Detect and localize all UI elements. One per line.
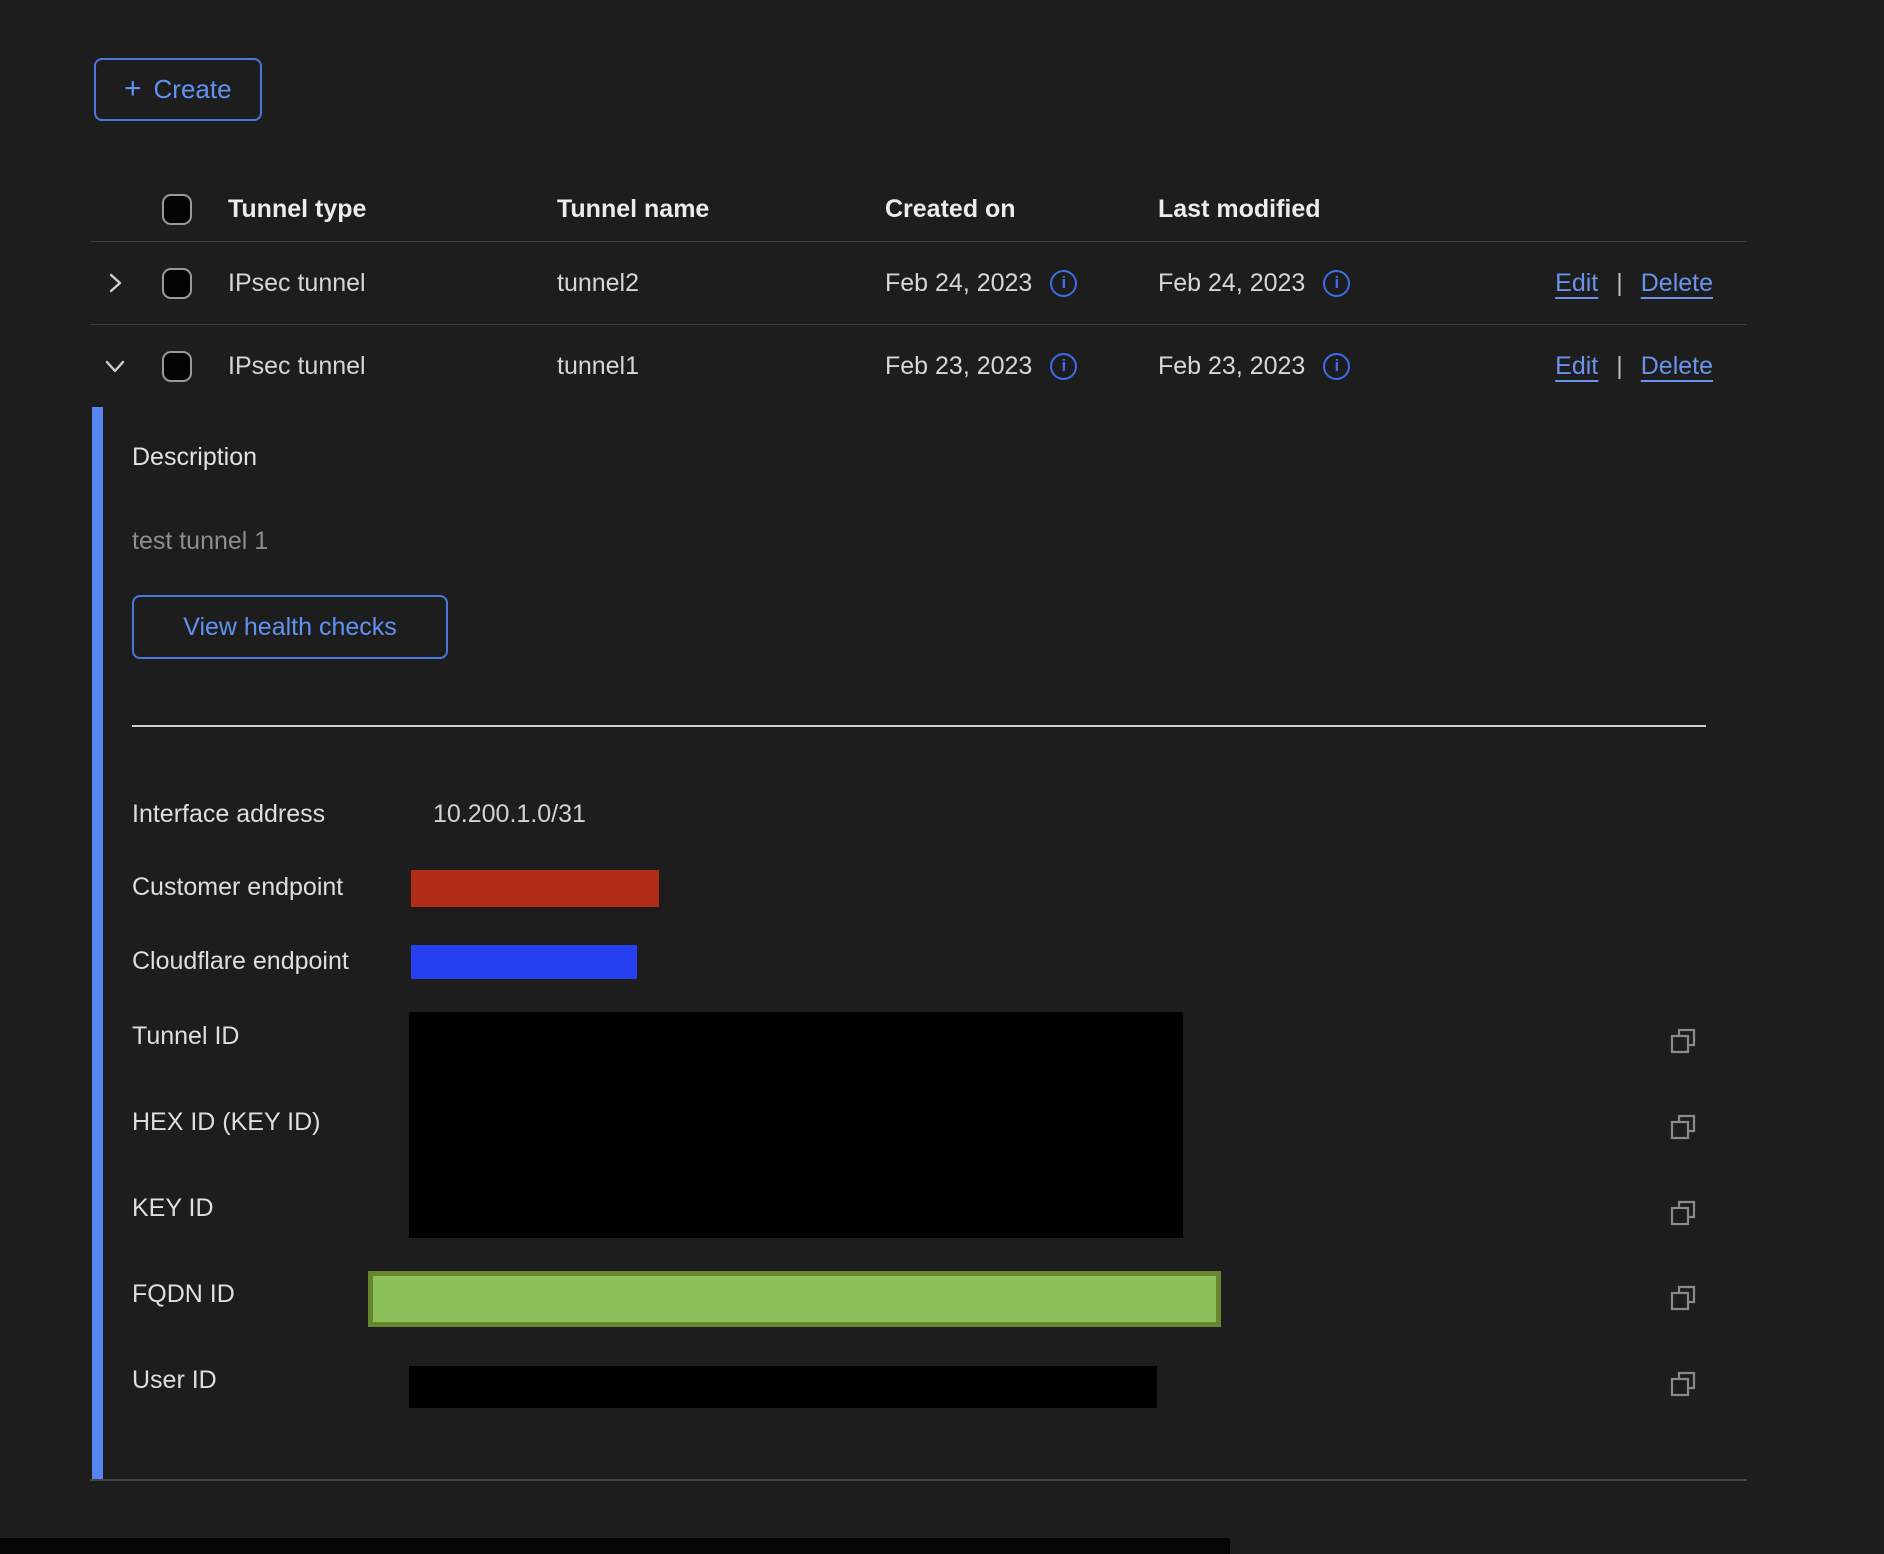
- plus-icon: [124, 74, 142, 105]
- action-separator: |: [1616, 352, 1623, 381]
- delete-link[interactable]: Delete: [1641, 269, 1713, 298]
- tunnels-page: Create Tunnel type Tunnel name Created o…: [0, 0, 1884, 1554]
- tunnel-name-cell: tunnel1: [557, 352, 885, 381]
- customer-endpoint-label: Customer endpoint: [132, 873, 343, 902]
- action-separator: |: [1616, 269, 1623, 298]
- user-id-label: User ID: [132, 1366, 217, 1395]
- cloudflare-endpoint-redacted-value: [411, 945, 637, 979]
- copy-icon[interactable]: [1668, 1111, 1698, 1141]
- chevron-down-icon[interactable]: [102, 353, 128, 379]
- cloudflare-endpoint-label: Cloudflare endpoint: [132, 947, 349, 976]
- tunnel-type-cell: IPsec tunnel: [228, 352, 557, 381]
- interface-address-label: Interface address: [132, 800, 325, 829]
- copy-icon[interactable]: [1668, 1282, 1698, 1312]
- last-modified-cell: Feb 23, 2023: [1158, 352, 1305, 381]
- header-created-on: Created on: [885, 195, 1158, 224]
- copy-icon[interactable]: [1668, 1025, 1698, 1055]
- info-icon[interactable]: [1050, 270, 1077, 297]
- edit-link[interactable]: Edit: [1555, 269, 1598, 298]
- table-row-tunnel2: IPsec tunnel tunnel2 Feb 24, 2023 Feb 24…: [90, 241, 1747, 324]
- tunnel-hex-key-id-redacted-values: [409, 1012, 1183, 1238]
- delete-link[interactable]: Delete: [1641, 352, 1713, 381]
- info-icon[interactable]: [1323, 270, 1350, 297]
- user-id-redacted-value: [409, 1366, 1157, 1408]
- hex-id-label: HEX ID (KEY ID): [132, 1108, 320, 1137]
- info-icon[interactable]: [1323, 353, 1350, 380]
- tunnel-details-panel: Description test tunnel 1 View health ch…: [92, 407, 1748, 1480]
- chevron-right-icon[interactable]: [102, 270, 128, 296]
- row-checkbox[interactable]: [162, 268, 192, 299]
- fqdn-id-label: FQDN ID: [132, 1280, 235, 1309]
- last-modified-cell: Feb 24, 2023: [1158, 269, 1305, 298]
- copy-icon[interactable]: [1668, 1368, 1698, 1398]
- create-button[interactable]: Create: [94, 58, 262, 121]
- select-all-checkbox[interactable]: [162, 194, 192, 225]
- created-on-cell: Feb 24, 2023: [885, 269, 1032, 298]
- table-row-tunnel1: IPsec tunnel tunnel1 Feb 23, 2023 Feb 23…: [90, 324, 1747, 407]
- table-header-row: Tunnel type Tunnel name Created on Last …: [90, 178, 1747, 241]
- info-icon[interactable]: [1050, 353, 1077, 380]
- interface-address-value: 10.200.1.0/31: [433, 800, 586, 829]
- header-last-modified: Last modified: [1158, 195, 1431, 224]
- tunnel-id-label: Tunnel ID: [132, 1022, 239, 1051]
- bottom-black-strip: [0, 1538, 1230, 1554]
- tunnel-name-cell: tunnel2: [557, 269, 885, 298]
- view-health-checks-button[interactable]: View health checks: [132, 595, 448, 659]
- description-label: Description: [132, 443, 257, 472]
- row-checkbox[interactable]: [162, 351, 192, 382]
- tunnels-table: Tunnel type Tunnel name Created on Last …: [90, 178, 1747, 407]
- panel-divider: [132, 725, 1706, 727]
- key-id-label: KEY ID: [132, 1194, 214, 1223]
- header-tunnel-name: Tunnel name: [557, 195, 885, 224]
- description-value: test tunnel 1: [132, 527, 268, 556]
- copy-icon[interactable]: [1668, 1197, 1698, 1227]
- edit-link[interactable]: Edit: [1555, 352, 1598, 381]
- customer-endpoint-redacted-value: [411, 870, 659, 907]
- fqdn-id-redacted-value: [368, 1271, 1221, 1327]
- tunnel-type-cell: IPsec tunnel: [228, 269, 557, 298]
- table-bottom-divider: [90, 1479, 1747, 1481]
- create-button-label: Create: [154, 74, 232, 105]
- created-on-cell: Feb 23, 2023: [885, 352, 1032, 381]
- header-tunnel-type: Tunnel type: [228, 195, 557, 224]
